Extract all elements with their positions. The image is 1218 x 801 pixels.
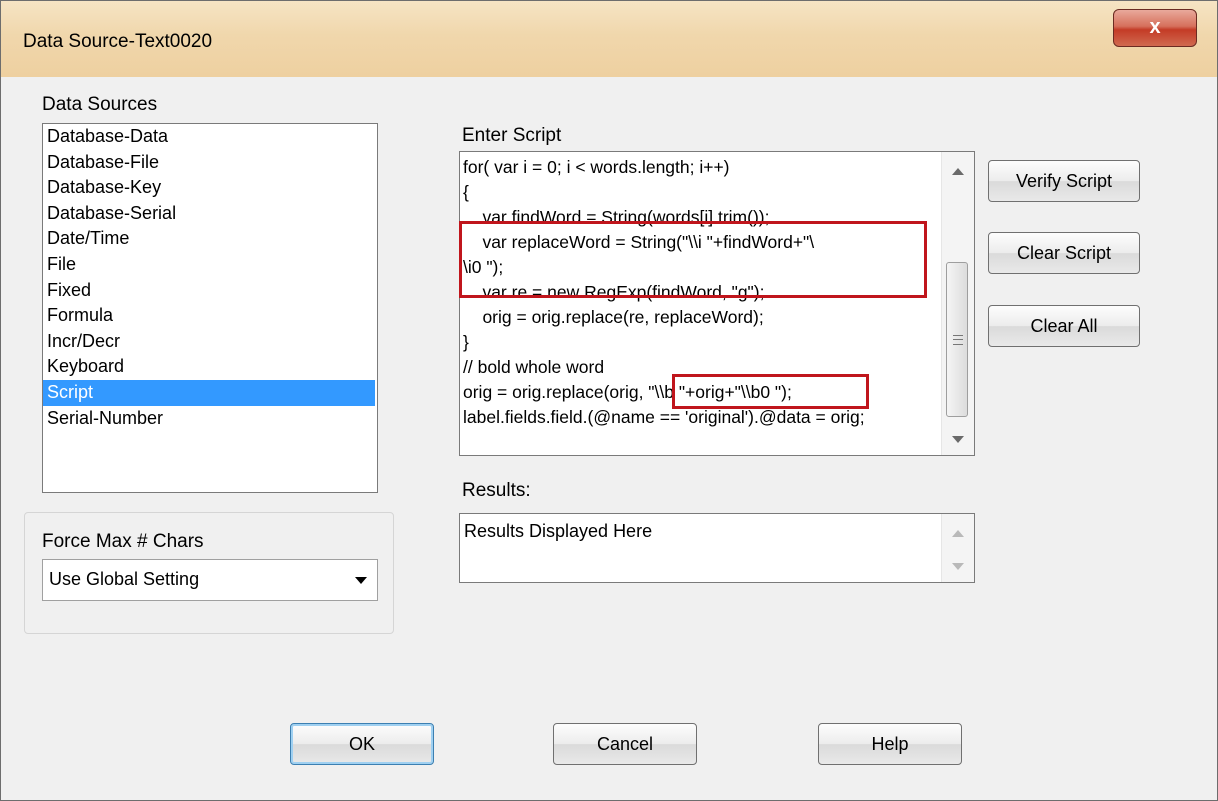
enter-script-label: Enter Script <box>462 125 562 146</box>
scroll-up-arrow-icon[interactable] <box>952 530 964 537</box>
highlight-box-replaceword <box>459 221 927 298</box>
scroll-up-arrow-icon[interactable] <box>952 168 964 175</box>
list-item[interactable]: Database-File <box>43 150 377 176</box>
close-button[interactable]: x <box>1113 9 1197 47</box>
list-item[interactable]: Database-Key <box>43 175 377 201</box>
list-item[interactable]: File <box>43 252 377 278</box>
list-item[interactable]: Fixed <box>43 278 377 304</box>
force-max-value: Use Global Setting <box>49 569 200 589</box>
help-button[interactable]: Help <box>818 723 962 765</box>
force-max-dropdown[interactable]: Use Global Setting <box>42 559 378 601</box>
script-editor[interactable]: for( var i = 0; i < words.length; i++) {… <box>459 151 975 456</box>
list-item[interactable]: Keyboard <box>43 354 377 380</box>
scroll-down-arrow-icon[interactable] <box>952 563 964 570</box>
results-box[interactable]: Results Displayed Here <box>459 513 975 583</box>
data-sources-list[interactable]: Database-Data Database-File Database-Key Da… <box>42 123 378 493</box>
list-item[interactable]: Database-Serial <box>43 201 377 227</box>
scroll-down-arrow-icon[interactable] <box>952 436 964 443</box>
list-item[interactable]: Database-Data <box>43 124 377 150</box>
scroll-thumb[interactable] <box>946 262 968 417</box>
list-item[interactable]: Script <box>43 379 375 406</box>
chevron-down-icon[interactable] <box>355 577 367 584</box>
results-label: Results: <box>462 480 531 501</box>
data-sources-label: Data Sources <box>42 94 158 115</box>
highlight-box-bold <box>672 374 869 409</box>
results-scrollbar[interactable] <box>941 514 974 582</box>
ok-button[interactable]: OK <box>290 723 434 765</box>
grip-icon <box>953 335 963 345</box>
title-bar[interactable]: Data Source-Text0020 x <box>1 1 1217 77</box>
list-item[interactable]: Serial-Number <box>43 406 377 432</box>
list-item[interactable]: Date/Time <box>43 226 377 252</box>
force-max-label: Force Max # Chars <box>42 531 204 552</box>
script-scrollbar[interactable] <box>941 152 974 455</box>
list-item[interactable]: Incr/Decr <box>43 329 377 355</box>
clear-all-button[interactable]: Clear All <box>988 305 1140 347</box>
verify-script-button[interactable]: Verify Script <box>988 160 1140 202</box>
results-text: Results Displayed Here <box>464 521 653 541</box>
cancel-button[interactable]: Cancel <box>553 723 697 765</box>
window-title: Data Source-Text0020 <box>23 31 213 52</box>
clear-script-button[interactable]: Clear Script <box>988 232 1140 274</box>
list-item[interactable]: Formula <box>43 303 377 329</box>
